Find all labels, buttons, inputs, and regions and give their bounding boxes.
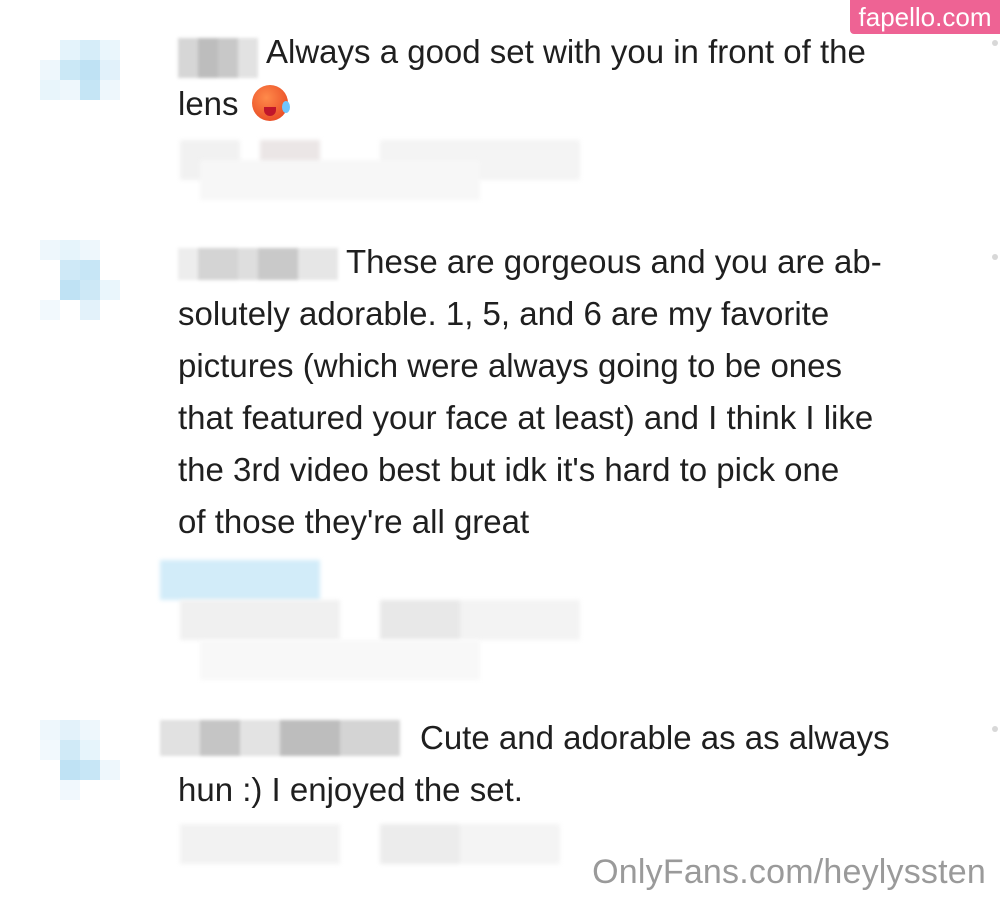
redacted-meta-row-2 — [160, 640, 560, 680]
comment-text: Cute and adorable as as always — [420, 719, 890, 756]
avatar — [40, 240, 140, 320]
comment-text: These are gorgeous and you are ab- — [346, 243, 882, 280]
redacted-meta-row — [160, 600, 600, 640]
redacted-highlight-row — [160, 560, 340, 600]
comment-text-line-6: of those they're all great — [178, 503, 530, 540]
avatar — [40, 720, 140, 800]
comment-1: Always a good set with you in front of t… — [0, 0, 1000, 210]
redacted-meta-row — [160, 824, 580, 864]
edge-marker — [992, 254, 998, 260]
comment-text-line-2: solutely adorable. 1, 5, and 6 are my fa… — [178, 295, 830, 332]
comment-text-line-4: that featured your face at least) and I … — [178, 399, 874, 436]
edge-marker — [992, 40, 998, 46]
redacted-username — [178, 38, 260, 78]
hot-face-emoji-icon — [251, 85, 290, 121]
avatar — [40, 40, 140, 120]
creator-watermark: OnlyFans.com/heylyssten — [592, 853, 986, 891]
comment-text-line-2: hun :) I enjoyed the set. — [178, 771, 523, 808]
comment-text: Always a good set with you in front of t… — [266, 33, 866, 70]
comment-text-lens: lens — [178, 85, 239, 122]
redacted-username — [160, 718, 402, 758]
comment-text-continued: lens — [178, 78, 290, 130]
edge-marker — [992, 726, 998, 732]
redacted-username — [178, 242, 340, 282]
comment-2: These are gorgeous and you are ab- solut… — [0, 220, 1000, 680]
comment-text-line-3: pictures (which were always going to be … — [178, 347, 843, 384]
comment-text-line-5: the 3rd video best but idk it's hard to … — [178, 451, 840, 488]
redacted-meta-row-2 — [160, 160, 560, 200]
